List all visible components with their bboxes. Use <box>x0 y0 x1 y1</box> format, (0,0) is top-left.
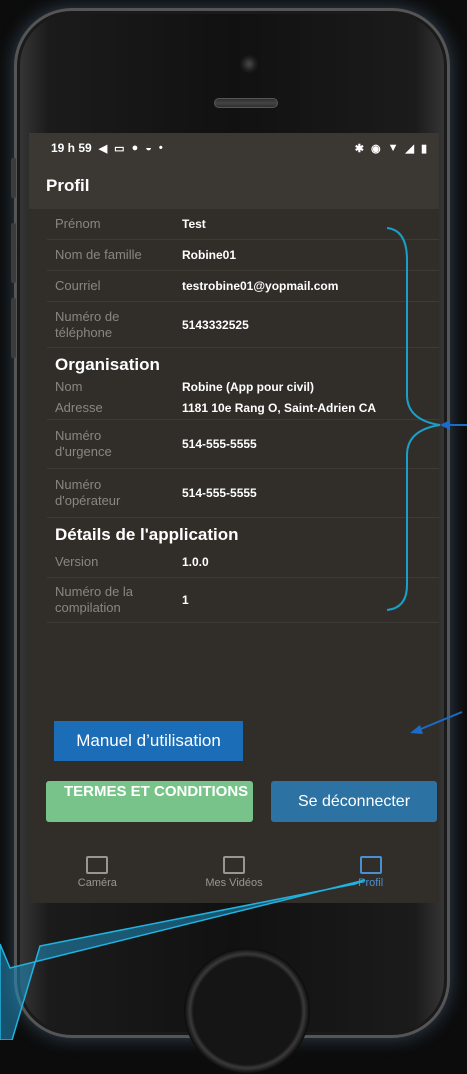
nav-label: Caméra <box>77 877 117 889</box>
field-label: Nom <box>55 379 83 394</box>
bottom-navigation: Caméra Mes Vidéos Profil <box>29 836 439 903</box>
org-row-name: Nom Robine (App pour civil) <box>47 377 439 397</box>
status-time: 19 h 59 <box>51 141 92 155</box>
battery-icon: ▮ <box>420 142 427 155</box>
user-manual-button[interactable]: Manuel d’utilisation <box>54 721 243 761</box>
home-button[interactable] <box>184 948 310 1074</box>
app-screen: 19 h 59 ◀ ▭ ● ◒ • ✱ ◉ ▼ ◢ ▮ Profil Préno… <box>29 133 439 903</box>
app-bar: Profil <box>29 163 439 209</box>
field-label: Numéro d'opérateur <box>55 477 121 508</box>
logout-button[interactable]: Se déconnecter <box>271 781 437 822</box>
wifi-icon: ▼ <box>387 142 399 154</box>
nav-item-camera[interactable]: Caméra <box>42 856 152 889</box>
nav-label: Mes Vidéos <box>205 877 263 889</box>
profile-row-phone: Numéro de téléphone 5143332525 <box>47 302 439 348</box>
field-label: Adresse <box>55 400 103 415</box>
volume-down-button <box>11 298 16 358</box>
signal-icon: ◢ <box>405 142 414 155</box>
location-icon: ● <box>131 142 139 154</box>
nav-label: Profil <box>358 877 384 889</box>
field-value: 5143332525 <box>182 317 249 332</box>
page-title: Profil <box>46 176 90 195</box>
org-row-emergency: Numéro d'urgence 514-555-5555 <box>47 420 439 469</box>
field-value: 514-555-5555 <box>182 486 257 500</box>
nav-item-profile[interactable]: Profil <box>316 856 426 889</box>
field-value: 1.0.0 <box>182 555 209 569</box>
camera-icon <box>86 856 109 874</box>
field-label: Numéro de la compilation <box>55 584 134 615</box>
section-title-app-details: Détails de l'application <box>55 525 239 544</box>
field-label: Numéro de téléphone <box>55 308 120 340</box>
navigation-icon: ◀ <box>98 142 108 155</box>
field-label: Numéro d'urgence <box>55 428 112 459</box>
teapot-icon: ◒ <box>145 142 152 154</box>
field-value: Robine01 <box>182 248 237 262</box>
dot-icon: • <box>158 142 163 154</box>
video-list-icon <box>222 856 245 874</box>
status-bar: 19 h 59 ◀ ▭ ● ◒ • ✱ ◉ ▼ ◢ ▮ <box>29 133 439 163</box>
nav-item-my-videos[interactable]: Mes Vidéos <box>179 856 289 889</box>
field-value: 1 <box>182 593 189 607</box>
front-camera <box>240 55 258 73</box>
profile-row-last-name: Nom de famille Robine01 <box>47 240 439 271</box>
field-label: Nom de famille <box>55 247 142 262</box>
terms-conditions-button[interactable]: TERMES ET CONDITIONS <box>46 781 253 822</box>
profile-content: Prénom Test Nom de famille Robine01 Cour… <box>29 209 439 623</box>
field-value: testrobine01@yopmail.com <box>182 279 339 293</box>
field-value: Test <box>182 217 206 231</box>
app-row-version: Version 1.0.0 <box>47 547 439 578</box>
earpiece-speaker <box>214 98 278 108</box>
section-title-organisation: Organisation <box>55 355 160 374</box>
side-button <box>11 158 16 198</box>
profile-row-email: Courriel testrobine01@yopmail.com <box>47 271 439 302</box>
field-label: Courriel <box>55 278 101 293</box>
profile-row-first-name: Prénom Test <box>47 209 439 240</box>
org-row-operator: Numéro d'opérateur 514-555-5555 <box>47 469 439 518</box>
field-value: 1181 10e Rang O, Saint-Adrien CA <box>182 401 377 415</box>
location-pin-icon: ◉ <box>370 142 381 155</box>
field-label: Prénom <box>55 216 101 231</box>
org-row-address: Adresse 1181 10e Rang O, Saint-Adrien CA <box>47 397 439 420</box>
field-value: Robine (App pour civil) <box>182 380 314 394</box>
field-label: Version <box>55 554 99 569</box>
app-row-build: Numéro de la compilation 1 <box>47 578 439 623</box>
volume-up-button <box>11 223 16 283</box>
message-icon: ▭ <box>114 142 125 155</box>
bluetooth-icon: ✱ <box>354 142 364 155</box>
field-value: 514-555-5555 <box>182 437 257 451</box>
profile-icon <box>359 856 382 874</box>
